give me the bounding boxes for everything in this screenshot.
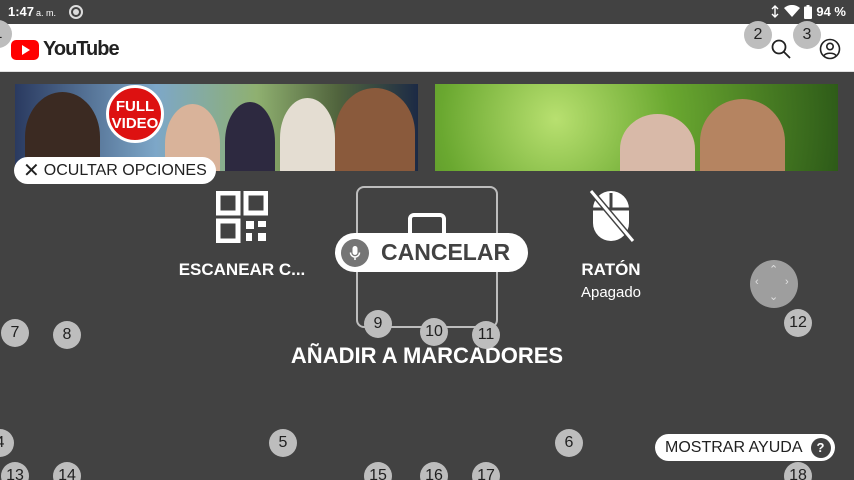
microphone-icon bbox=[341, 238, 369, 267]
show-help-button[interactable]: MOSTRAR AYUDA ? bbox=[655, 434, 835, 461]
marker-9[interactable]: 9 bbox=[364, 310, 392, 338]
status-right: 94 % bbox=[770, 4, 846, 19]
mouse-off-icon[interactable] bbox=[587, 187, 635, 245]
marker-10[interactable]: 10 bbox=[420, 318, 448, 346]
full-video-badge: FULL VIDEO bbox=[106, 85, 164, 143]
cancel-label: CANCELAR bbox=[381, 239, 511, 265]
vibrate-icon bbox=[771, 5, 779, 18]
dpad-control[interactable]: ⌃ ⌄ ‹ › bbox=[750, 260, 798, 308]
marker-8[interactable]: 8 bbox=[53, 321, 81, 349]
youtube-play-icon bbox=[11, 39, 39, 60]
battery-percent: 94 % bbox=[816, 4, 846, 19]
qr-code-icon[interactable] bbox=[216, 191, 268, 243]
mouse-status: Apagado bbox=[580, 284, 642, 301]
thumbnail-person bbox=[225, 102, 275, 172]
logo-text: YouTube bbox=[43, 38, 120, 60]
youtube-header: YouTube bbox=[0, 24, 854, 72]
marker-12[interactable]: 12 bbox=[784, 309, 812, 337]
mouse-label[interactable]: RATÓN bbox=[551, 260, 671, 280]
wifi-icon bbox=[784, 5, 801, 17]
close-icon: ✕ bbox=[23, 159, 40, 182]
account-icon[interactable] bbox=[819, 38, 841, 60]
search-icon[interactable] bbox=[770, 38, 792, 60]
status-bar: 1:47 a. m. 94 % bbox=[0, 0, 854, 24]
chevron-right-icon: › bbox=[785, 276, 789, 288]
add-bookmark-label[interactable]: AÑADIR A MARCADORES bbox=[0, 343, 854, 369]
marker-11[interactable]: 11 bbox=[472, 321, 500, 349]
screen-record-icon bbox=[69, 5, 83, 19]
show-help-label: MOSTRAR AYUDA bbox=[665, 438, 803, 456]
thumbnail-person bbox=[620, 114, 695, 172]
thumbnail-person bbox=[280, 98, 335, 172]
thumbnail-person bbox=[335, 88, 415, 172]
chevron-left-icon: ‹ bbox=[755, 276, 759, 288]
scan-label[interactable]: ESCANEAR C... bbox=[170, 260, 314, 280]
thumbnail-person bbox=[700, 99, 785, 172]
hide-options-button[interactable]: ✕ OCULTAR OPCIONES bbox=[14, 157, 216, 184]
help-icon: ? bbox=[810, 437, 831, 458]
youtube-logo[interactable]: YouTube bbox=[11, 38, 120, 61]
screen: 1:47 a. m. 94 % YouTube FULL VIDEO ✕ OCU… bbox=[0, 0, 854, 480]
hide-options-label: OCULTAR OPCIONES bbox=[43, 161, 207, 179]
marker-2[interactable]: 2 bbox=[744, 21, 772, 49]
battery-icon bbox=[804, 4, 813, 19]
marker-5[interactable]: 5 bbox=[269, 429, 297, 457]
marker-3[interactable]: 3 bbox=[793, 21, 821, 49]
marker-6[interactable]: 6 bbox=[555, 429, 583, 457]
chevron-down-icon: ⌄ bbox=[769, 291, 779, 303]
cancel-button[interactable]: CANCELAR bbox=[335, 233, 529, 272]
status-time: 1:47 a. m. bbox=[8, 4, 57, 19]
chevron-up-icon: ⌃ bbox=[769, 264, 779, 276]
marker-7[interactable]: 7 bbox=[1, 319, 29, 347]
video-thumbnail-2[interactable] bbox=[435, 84, 838, 172]
